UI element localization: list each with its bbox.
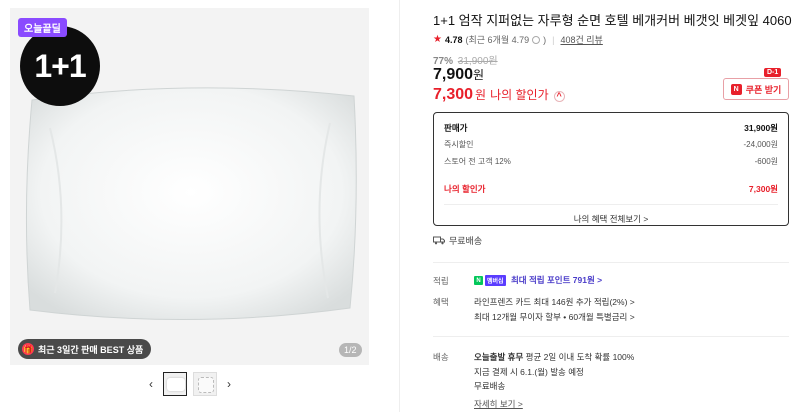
price-breakdown-box: 판매가 31,900원 즉시할인 -24,000원 스토어 전 고객 12% -… [433,112,789,226]
my-price-value: 7,300 [433,86,474,103]
today-ship-closed: 오늘출발 휴무 [474,352,524,362]
breakdown-row: 스토어 전 고객 12% -600원 [444,153,778,170]
breakdown-row: 즉시할인 -24,000원 [444,136,778,153]
thumbnail-1[interactable] [163,372,187,396]
my-price-label: 나의 할인가 [490,88,549,102]
breakdown-my-price: 나의 할인가 7,300원 [444,180,778,197]
divider [433,262,789,263]
today-deal-badge: 오늘끝딜 [18,18,67,37]
chevron-up-icon[interactable]: ^ [553,90,565,102]
installment-benefit-link[interactable]: 최대 12개월 무이자 할부 • 60개월 특별금리 > [474,311,635,323]
separator: | [552,34,555,45]
breakdown-value: -24,000원 [743,140,779,149]
breakdown-value: 7,300원 [748,183,778,194]
breakdown-value: -600원 [754,157,778,166]
info-icon[interactable] [532,35,541,44]
coupon-button[interactable]: N 쿠폰 받기 [723,78,789,100]
my-discount-price[interactable]: 7,300 원 나의 할인가 ^ [433,86,565,104]
naver-membership-badge: N 멤버십 [474,275,506,287]
breakdown-value: 31,900원 [744,122,778,133]
breakdown-label: 즉시할인 [444,140,474,149]
naver-n-icon: N [730,83,742,95]
divider [444,204,778,205]
star-icon: ★ [433,34,442,45]
thumbnail-2[interactable] [193,372,217,396]
sale-price-value: 7,900 [433,66,474,83]
delivery-line-1: 오늘출발 휴무 평균 2일 이내 도착 확률 100% [474,351,634,363]
delivery-line-2: 지금 결제 시 6.1.(월) 발송 예정 [474,367,584,377]
my-price-unit: 원 [475,88,487,102]
product-page: 오늘끝딜 1+1 🎁 최근 3일간 판매 BEST 상품 1/2 ‹ › 1+1… [0,0,800,412]
sale-price-unit: 원 [473,68,485,82]
product-image-gallery[interactable]: 오늘끝딜 1+1 🎁 최근 3일간 판매 BEST 상품 1/2 [10,8,369,365]
gift-icon: 🎁 [22,343,34,355]
breakdown-row: 판매가 31,900원 [444,119,778,136]
membership-badge: 멤버십 [485,275,506,287]
rating-recent: (최근 6개월 4.79 [465,35,530,45]
product-title: 1+1 엄작 지퍼없는 자루형 순면 호텔 베개커버 베갯잇 베겟잎 4060 [433,13,792,28]
best-seller-text: 최근 3일간 판매 BEST 상품 [38,344,144,355]
delivery-label: 배송 [433,352,449,362]
best-seller-badge: 🎁 최근 3일간 판매 BEST 상품 [18,339,152,359]
reviews-link[interactable]: 408건 리뷰 [560,33,602,46]
view-all-benefits-link[interactable]: 나의 혜택 전체보기 > [444,213,778,225]
naver-n-icon: N [474,276,483,286]
rating-row: ★ 4.78 (최근 6개월 4.79 ) | 408건 리뷰 [433,33,603,46]
chevron-right-icon[interactable]: › [223,377,235,391]
free-shipping-text: 무료배송 [449,236,483,246]
dday-badge: D-1 [764,68,782,77]
benefit-label: 혜택 [433,297,449,307]
thumbnail-strip: ‹ › [145,372,235,396]
chevron-left-icon[interactable]: ‹ [145,377,157,391]
max-points-link[interactable]: 최대 적립 포인트 791원 > [511,275,602,285]
rating-score: 4.78 [444,34,463,45]
arrival-probability: 평균 2일 이내 도착 확률 100% [523,352,635,362]
breakdown-label: 나의 할인가 [444,183,486,194]
points-label: 적립 [433,276,449,286]
breakdown-label: 스토어 전 고객 12% [444,157,511,166]
free-shipping-row: 무료배송 [433,234,482,247]
one-plus-one-badge: 1+1 [20,26,100,106]
points-row[interactable]: N 멤버십 최대 적립 포인트 791원 > [474,274,602,287]
card-benefit-link[interactable]: 라인프렌즈 카드 최대 146원 추가 적립(2%) > [474,296,635,308]
breakdown-label: 판매가 [444,122,468,133]
image-pager: 1/2 [339,343,362,357]
delivery-details-link[interactable]: 자세히 보기 > [474,398,523,410]
discount-row: 77% 31,900원 [433,52,498,67]
column-divider [399,0,400,412]
rating-recent-tail: ) [543,34,547,45]
divider [433,336,789,337]
truck-icon [433,236,445,245]
coupon-label: 쿠폰 받기 [745,84,782,95]
delivery-line-3: 무료배송 [474,381,506,391]
sale-price: 7,900원 [433,66,484,84]
